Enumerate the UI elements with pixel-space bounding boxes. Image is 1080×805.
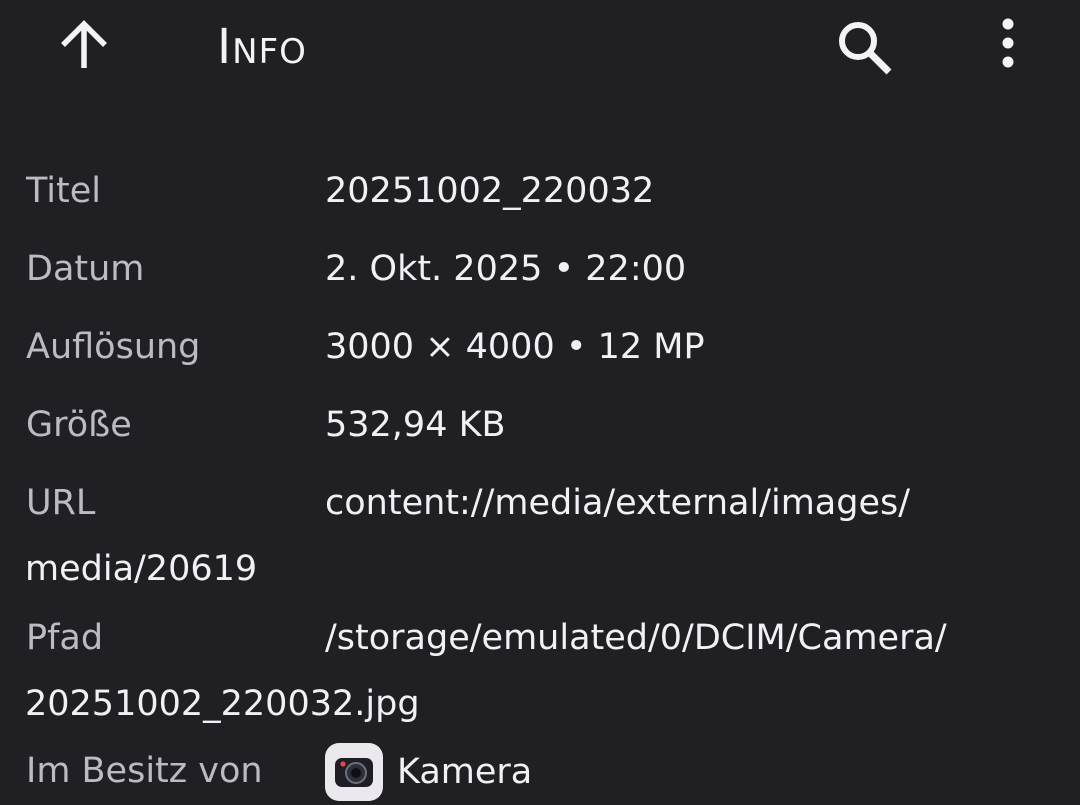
title-value: 20251002_220032 — [325, 171, 655, 211]
owner-app[interactable]: Kamera — [325, 743, 532, 801]
info-screen: Info Titel 20251002_220032 Datum 2. Okt.… — [0, 0, 1080, 805]
size-label: Größe — [26, 405, 132, 445]
page-title: Info — [217, 19, 307, 75]
path-value: /storage/emulated/0/DCIM/Camera/ — [325, 618, 947, 658]
date-value: 2. Okt. 2025 • 22:00 — [325, 249, 687, 289]
top-app-bar: Info — [0, 0, 1080, 100]
title-label: Titel — [26, 171, 102, 211]
resolution-value: 3000 × 4000 • 12 MP — [325, 327, 705, 367]
url-label: URL — [26, 483, 96, 523]
date-label: Datum — [26, 249, 145, 289]
resolution-label: Auflösung — [26, 327, 201, 367]
url-value: content://media/external/images/ — [325, 483, 911, 523]
owner-value: Kamera — [397, 752, 533, 792]
url-value-continued: media/20619 — [25, 549, 258, 589]
arrow-up-icon[interactable] — [54, 18, 114, 78]
more-vert-icon[interactable] — [986, 14, 1030, 80]
path-label: Pfad — [26, 618, 104, 658]
camera-app-icon — [325, 743, 383, 801]
owner-label: Im Besitz von — [26, 751, 263, 791]
search-icon[interactable] — [831, 14, 897, 80]
path-value-continued: 20251002_220032.jpg — [25, 684, 420, 724]
size-value: 532,94 KB — [325, 405, 506, 445]
